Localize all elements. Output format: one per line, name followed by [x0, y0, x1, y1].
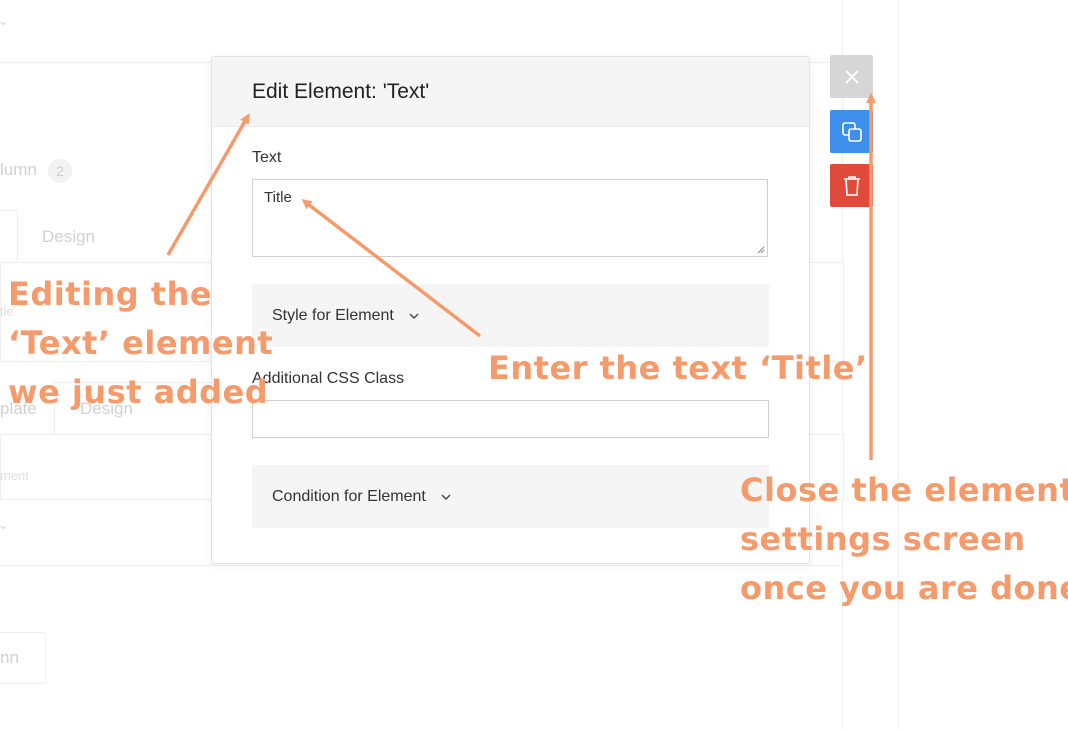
arrow-to-text-input — [301, 199, 482, 338]
annotation-arrows — [166, 93, 876, 460]
arrow-to-modal-title — [166, 113, 250, 256]
